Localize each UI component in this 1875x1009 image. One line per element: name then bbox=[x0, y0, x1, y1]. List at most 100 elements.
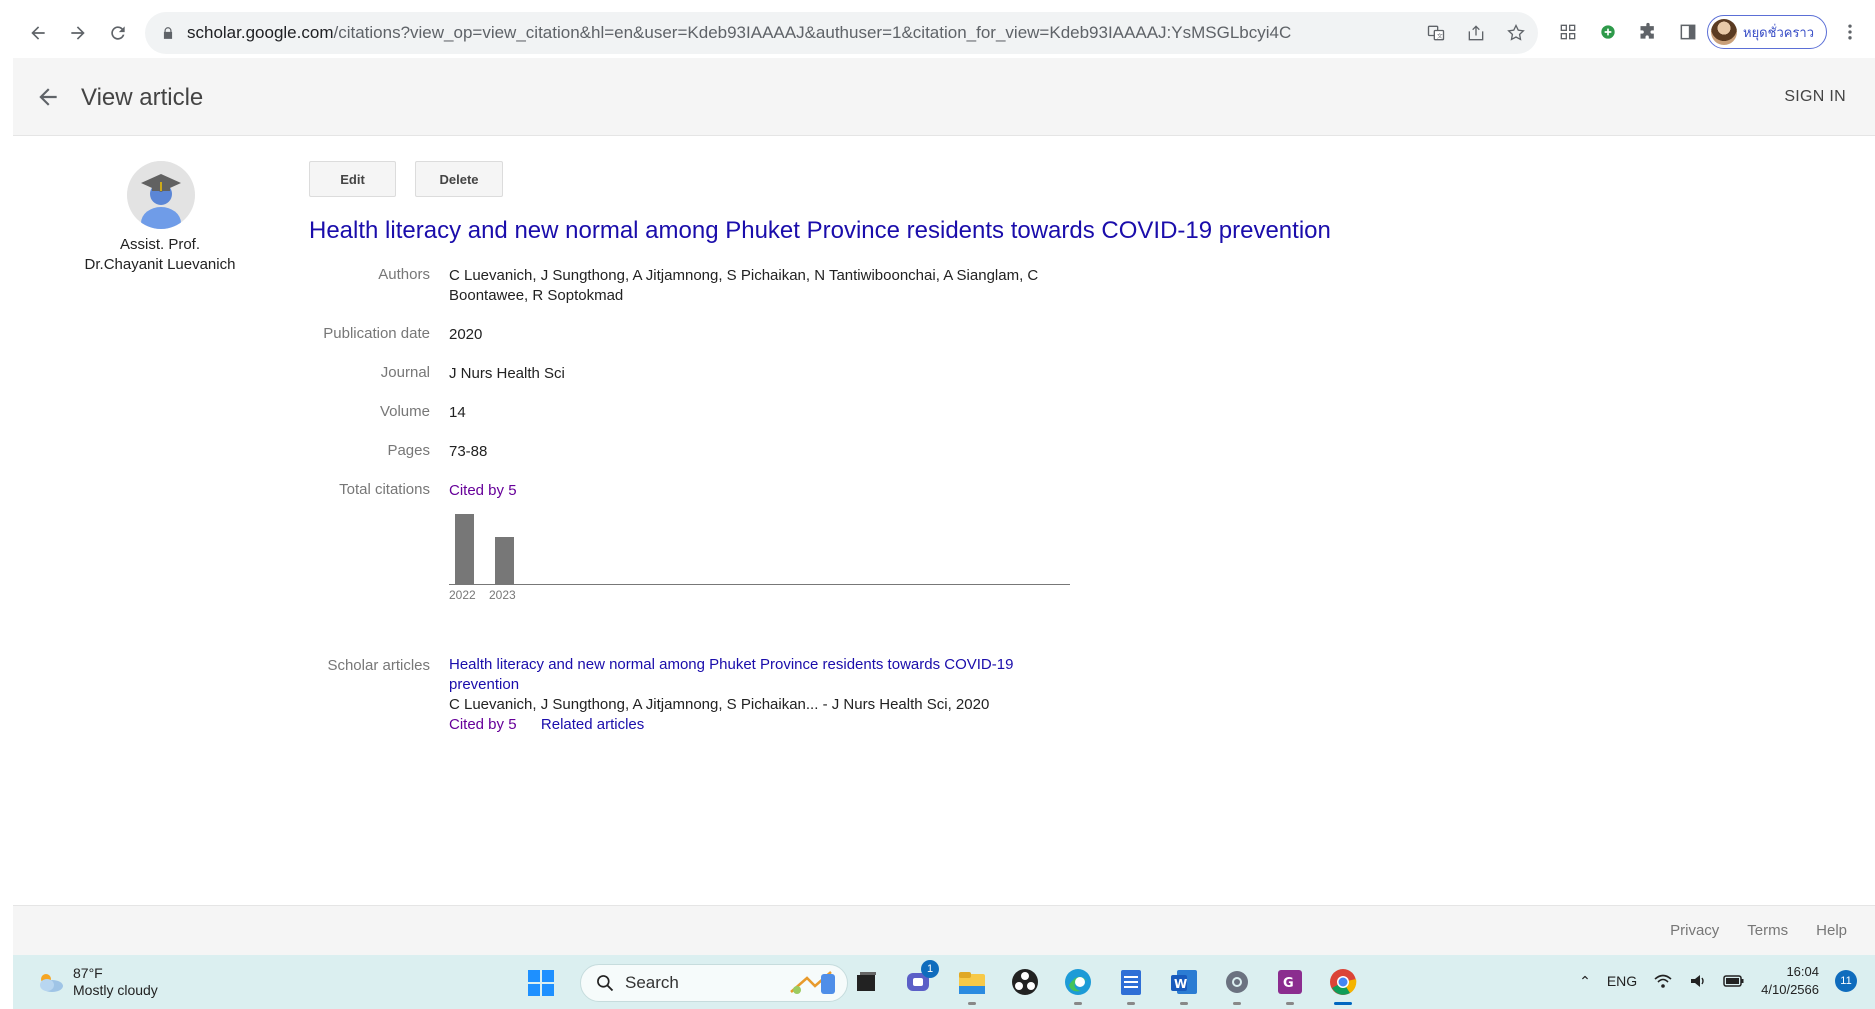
profile-chip[interactable]: หยุดชั่วคราว bbox=[1707, 15, 1827, 49]
journal-label: Journal bbox=[380, 364, 430, 381]
profile-chip-label: หยุดชั่วคราว bbox=[1743, 24, 1815, 40]
app-running-indicator bbox=[1127, 1002, 1135, 1005]
pages-value: 73-88 bbox=[449, 443, 488, 460]
browser-toolbar: scholar.google.com/citations?view_op=vie… bbox=[0, 0, 1875, 66]
profile-avatar bbox=[1711, 19, 1737, 45]
terms-link[interactable]: Terms bbox=[1747, 922, 1788, 939]
notification-badge[interactable]: 11 bbox=[1835, 970, 1857, 992]
browser-back-icon[interactable] bbox=[20, 15, 56, 51]
scholar-article-title-link[interactable]: Health literacy and new normal among Phu… bbox=[449, 655, 1069, 695]
system-tray: ⌃ ENG 16:04 4/10/2566 11 bbox=[1579, 963, 1857, 999]
windows-taskbar: 87°F Mostly cloudy Search 1 W G ⌃ ENG 16… bbox=[13, 955, 1875, 1009]
chart-x-axis bbox=[449, 584, 1070, 585]
url-text[interactable]: scholar.google.com/citations?view_op=vie… bbox=[187, 23, 1291, 43]
clock[interactable]: 16:04 4/10/2566 bbox=[1761, 963, 1819, 999]
scholar-article-entry: Health literacy and new normal among Phu… bbox=[449, 655, 1069, 735]
weather-temp: 87°F bbox=[73, 965, 103, 981]
share-icon[interactable] bbox=[1464, 21, 1488, 45]
author-name[interactable]: Assist. Prof. Dr.Chayanit Luevanich bbox=[60, 235, 260, 275]
citation-bar-2022[interactable] bbox=[455, 514, 474, 584]
url-host: scholar.google.com bbox=[187, 23, 334, 42]
app-running-indicator bbox=[1074, 1002, 1082, 1005]
page-title: View article bbox=[81, 84, 204, 111]
volume-icon[interactable] bbox=[1689, 972, 1707, 990]
battery-icon[interactable] bbox=[1723, 974, 1745, 988]
taskbar-chrome-icon[interactable] bbox=[1325, 964, 1361, 1005]
language-indicator[interactable]: ENG bbox=[1607, 973, 1637, 989]
taskbar-pdf-icon[interactable]: G bbox=[1272, 964, 1308, 1005]
extension-green-icon[interactable] bbox=[1595, 19, 1621, 45]
citation-bar-2023[interactable] bbox=[495, 537, 514, 584]
pages-label: Pages bbox=[387, 442, 430, 459]
scholar-article-meta: C Luevanich, J Sungthong, A Jitjamnong, … bbox=[449, 696, 990, 713]
total-citations-label: Total citations bbox=[339, 481, 430, 498]
citation-year-label-2023: 2023 bbox=[489, 588, 516, 602]
taskbar-chat-icon[interactable]: 1 bbox=[901, 960, 939, 1000]
author-name-line1: Assist. Prof. bbox=[119, 236, 201, 253]
scholar-article-title-line2: prevention bbox=[449, 676, 520, 693]
taskbar-search[interactable]: Search bbox=[580, 964, 848, 1002]
cited-by-link[interactable]: Cited by 5 bbox=[449, 481, 517, 501]
browser-menu-icon[interactable] bbox=[1838, 20, 1862, 44]
article-title[interactable]: Health literacy and new normal among Phu… bbox=[309, 217, 1331, 245]
authors-line1: C Luevanich, J Sungthong, A Jitjamnong, … bbox=[449, 267, 1039, 284]
volume-label: Volume bbox=[379, 403, 430, 420]
sign-in-link[interactable]: SIGN IN bbox=[1784, 88, 1846, 106]
tray-overflow-chevron-icon[interactable]: ⌃ bbox=[1579, 973, 1591, 990]
authors-line2: Boontawee, R Soptokmad bbox=[449, 287, 624, 304]
weather-condition: Mostly cloudy bbox=[73, 982, 158, 998]
app-running-indicator bbox=[1233, 1002, 1241, 1005]
scholar-articles-label: Scholar articles bbox=[327, 657, 430, 674]
cloudy-weather-icon bbox=[40, 974, 63, 992]
page-footer: Privacy Terms Help bbox=[13, 905, 1875, 955]
volume-value: 14 bbox=[449, 404, 466, 421]
scholar-cited-by-link[interactable]: Cited by 5 bbox=[449, 716, 517, 733]
delete-button[interactable]: Delete bbox=[415, 161, 503, 197]
scholar-header: View article SIGN IN bbox=[13, 58, 1875, 136]
authors-value: C Luevanich, J Sungthong, A Jitjamnong, … bbox=[449, 266, 1038, 306]
extensions-puzzle-icon[interactable] bbox=[1635, 19, 1661, 45]
windows-start-icon[interactable] bbox=[527, 969, 555, 997]
svg-text:文: 文 bbox=[1437, 32, 1443, 40]
clock-date: 4/10/2566 bbox=[1761, 982, 1819, 997]
taskbar-search-label: Search bbox=[625, 973, 679, 992]
chat-badge: 1 bbox=[921, 960, 939, 978]
author-name-line2: Dr.Chayanit Luevanich bbox=[84, 256, 236, 273]
app-running-indicator bbox=[1180, 1002, 1188, 1005]
related-articles-link[interactable]: Related articles bbox=[541, 716, 644, 733]
taskbar-settings-icon[interactable] bbox=[1219, 964, 1255, 1005]
pubdate-value: 2020 bbox=[449, 326, 483, 343]
weather-widget[interactable]: 87°F Mostly cloudy bbox=[35, 965, 158, 999]
search-icon bbox=[597, 975, 614, 992]
svg-text:G: G bbox=[1283, 976, 1294, 991]
address-bar[interactable]: scholar.google.com/citations?view_op=vie… bbox=[145, 12, 1538, 54]
taskbar-notepad-icon[interactable] bbox=[1113, 964, 1149, 1005]
back-arrow-icon[interactable] bbox=[33, 82, 63, 112]
taskbar-task-view-icon[interactable] bbox=[848, 964, 884, 1000]
edit-button[interactable]: Edit bbox=[309, 161, 396, 197]
privacy-link[interactable]: Privacy bbox=[1670, 922, 1719, 939]
search-highlight-icon bbox=[790, 971, 835, 994]
citation-chart: 2022 2023 bbox=[449, 508, 1070, 608]
app-running-indicator bbox=[1286, 1002, 1294, 1005]
wifi-icon[interactable] bbox=[1653, 972, 1673, 990]
side-panel-icon[interactable] bbox=[1675, 19, 1701, 45]
taskbar-obs-icon[interactable] bbox=[1007, 964, 1043, 1000]
taskbar-word-icon[interactable]: W bbox=[1166, 964, 1202, 1005]
browser-reload-icon[interactable] bbox=[100, 15, 136, 51]
extension-grid-icon[interactable] bbox=[1555, 19, 1581, 45]
authors-label: Authors bbox=[378, 266, 430, 283]
help-link[interactable]: Help bbox=[1816, 922, 1847, 939]
journal-value: J Nurs Health Sci bbox=[449, 365, 565, 382]
taskbar-edge-icon[interactable] bbox=[1060, 964, 1096, 1005]
taskbar-file-explorer-icon[interactable] bbox=[954, 964, 990, 1005]
bookmark-star-icon[interactable] bbox=[1504, 21, 1528, 45]
svg-text:W: W bbox=[1174, 977, 1187, 991]
pubdate-label: Publication date bbox=[323, 325, 430, 342]
clock-time: 16:04 bbox=[1786, 964, 1819, 979]
browser-forward-icon[interactable] bbox=[60, 15, 96, 51]
translate-icon[interactable]: 文 bbox=[1424, 21, 1448, 45]
lock-icon[interactable] bbox=[159, 24, 177, 42]
author-avatar[interactable] bbox=[127, 161, 195, 229]
app-running-indicator bbox=[1334, 1002, 1352, 1005]
